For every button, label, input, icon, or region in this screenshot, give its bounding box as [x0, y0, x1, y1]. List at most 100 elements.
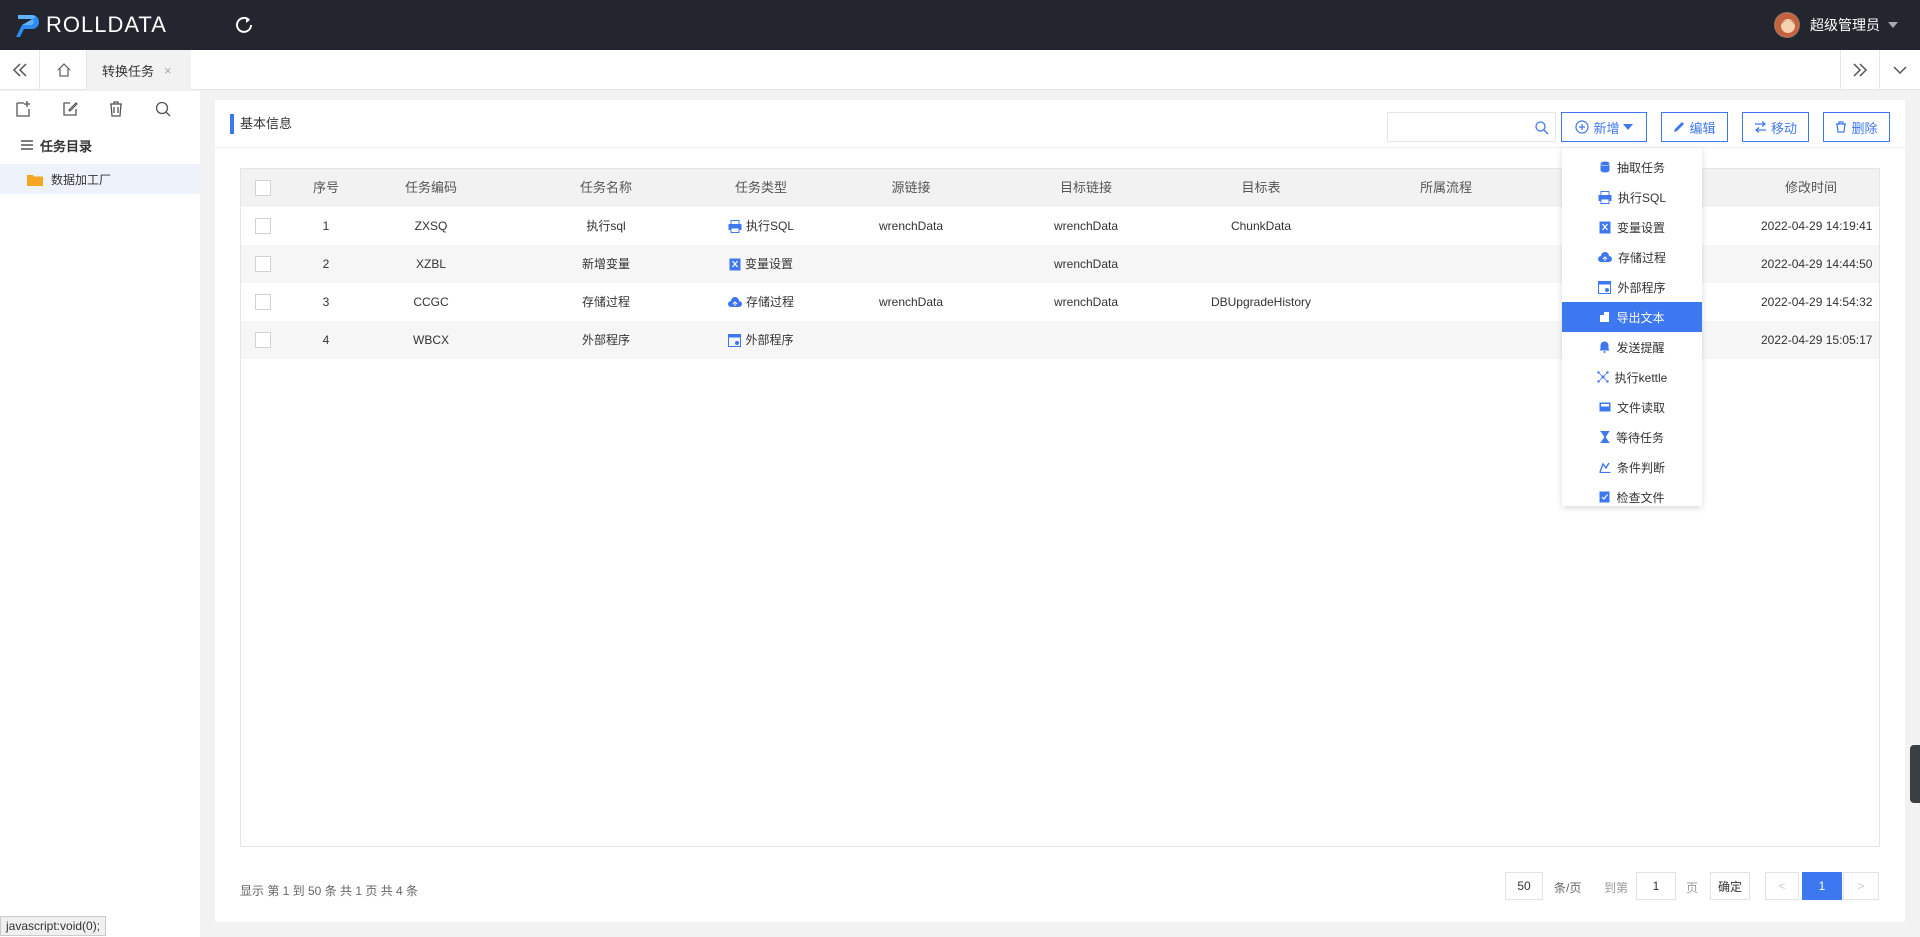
dropdown-item[interactable]: 存储过程: [1562, 242, 1702, 272]
trash-icon: [1836, 121, 1847, 133]
header-no[interactable]: 序号: [291, 169, 361, 207]
dropdown-item-label: 执行SQL: [1617, 190, 1666, 205]
search-icon: [155, 101, 171, 116]
header-type[interactable]: 任务类型: [691, 169, 831, 207]
dropdown-item[interactable]: 等待任务: [1562, 422, 1702, 452]
row-checkbox[interactable]: [255, 332, 271, 348]
refresh-icon[interactable]: [233, 14, 255, 36]
sidebar-title[interactable]: 任务目录: [0, 132, 200, 158]
tab-transform-task[interactable]: 转换任务 ×: [87, 50, 191, 90]
header-code[interactable]: 任务编码: [366, 169, 496, 207]
cell-dst: wrenchData: [1053, 257, 1119, 271]
cell-type-label: 变量设置: [744, 257, 793, 271]
next-page-button[interactable]: >: [1843, 872, 1879, 900]
cell-dst: wrenchData: [1053, 219, 1119, 233]
sidebar: 任务目录 数据加工厂: [0, 91, 200, 937]
confirm-page-button[interactable]: 确定: [1710, 872, 1750, 900]
move-button[interactable]: 移动: [1742, 112, 1809, 142]
header-source[interactable]: 源链接: [841, 169, 981, 207]
goto-label: 到第: [1604, 881, 1629, 895]
dropdown-item[interactable]: 执行kettle: [1562, 362, 1702, 392]
search-input-wrapper[interactable]: [1387, 112, 1556, 142]
current-page-button[interactable]: 1: [1802, 872, 1842, 900]
plus-circle-icon: [1575, 120, 1590, 134]
cell-name: 新增变量: [581, 257, 630, 271]
search-input[interactable]: [1388, 113, 1528, 141]
header-name[interactable]: 任务名称: [541, 169, 671, 207]
dropdown-item[interactable]: 文件读取: [1562, 392, 1702, 422]
dropdown-item[interactable]: 执行SQL: [1562, 182, 1702, 212]
cell-time: 2022-04-29 14:19:41: [1761, 219, 1873, 233]
delete-button[interactable]: 删除: [1823, 112, 1890, 142]
dropdown-item[interactable]: 抽取任务: [1562, 152, 1702, 182]
cell-name: 执行sql: [586, 219, 626, 233]
header-target[interactable]: 目标链接: [1016, 169, 1156, 207]
tab-bar: 转换任务 ×: [0, 50, 1920, 90]
cell-dst: [1016, 321, 1156, 359]
pencil-icon: [1674, 122, 1685, 132]
prev-page-button[interactable]: <: [1765, 872, 1799, 900]
add-button[interactable]: 新增: [1561, 112, 1647, 142]
search-folder-button[interactable]: [154, 98, 173, 120]
edit-button[interactable]: 编辑: [1661, 112, 1728, 142]
cell-type: 外部程序: [691, 321, 831, 359]
cloud-icon: [727, 296, 742, 307]
home-tab-button[interactable]: [41, 50, 87, 90]
header-target-table[interactable]: 目标表: [1191, 169, 1331, 207]
dropdown-item[interactable]: 外部程序: [1562, 272, 1702, 302]
window-icon: [1598, 280, 1612, 294]
header-modified[interactable]: 修改时间: [1761, 169, 1861, 207]
double-chevron-left-icon: [12, 63, 27, 77]
dropdown-item[interactable]: 发送提醒: [1562, 332, 1702, 362]
row-checkbox[interactable]: [255, 294, 271, 310]
add-folder-button[interactable]: [14, 98, 33, 120]
dropdown-item-label: 变量设置: [1616, 220, 1665, 235]
dropdown-item[interactable]: 条件判断: [1562, 452, 1702, 482]
double-chevron-right-icon: [1853, 63, 1868, 77]
logo[interactable]: ROLLDATA: [14, 11, 167, 39]
row-checkbox[interactable]: [255, 218, 271, 234]
cell-type: 变量设置: [691, 245, 831, 283]
per-page-label: 条/页: [1554, 881, 1582, 895]
sidebar-item-data-factory[interactable]: 数据加工厂: [0, 164, 200, 194]
dropdown-item[interactable]: 导出文本: [1562, 302, 1702, 332]
avatar: [1774, 12, 1800, 38]
side-panel-handle[interactable]: [1910, 745, 1920, 803]
dropdown-item-label: 导出文本: [1616, 310, 1665, 325]
delete-button-label: 删除: [1851, 120, 1878, 136]
dropdown-item-label: 外部程序: [1617, 280, 1666, 295]
condition-icon: [1599, 462, 1611, 473]
row-checkbox[interactable]: [255, 256, 271, 272]
sql-icon: [1598, 190, 1612, 204]
user-menu[interactable]: 超级管理员: [1774, 12, 1898, 38]
collapse-sidebar-button[interactable]: [0, 50, 40, 90]
cell-code: ZXSQ: [414, 219, 448, 233]
cell-time: 2022-04-29 14:44:50: [1761, 257, 1873, 271]
search-icon[interactable]: [1534, 120, 1549, 135]
tab-options-button[interactable]: [1880, 50, 1920, 90]
add-button-label: 新增: [1593, 120, 1620, 136]
caret-down-icon: [1888, 22, 1898, 28]
cell-type-label: 存储过程: [745, 295, 794, 309]
close-icon[interactable]: ×: [164, 63, 172, 78]
edit-folder-button[interactable]: [61, 98, 80, 120]
list-icon: [21, 140, 33, 150]
page-size-select[interactable]: 50: [1505, 872, 1543, 900]
trash-icon: [110, 100, 123, 117]
avatar-icon: [1775, 13, 1799, 37]
dropdown-item[interactable]: 检查文件: [1562, 482, 1702, 512]
dropdown-item-label: 抽取任务: [1616, 160, 1665, 175]
cell-type: 执行SQL: [691, 207, 831, 245]
logo-icon: [16, 15, 39, 37]
scroll-tabs-right-button[interactable]: [1840, 50, 1880, 90]
delete-folder-button[interactable]: [107, 98, 126, 120]
select-all-checkbox[interactable]: [255, 180, 271, 196]
sidebar-title-label: 任务目录: [40, 138, 93, 154]
goto-page-input[interactable]: 1: [1636, 872, 1676, 900]
status-bar: javascript:void(0);: [0, 916, 107, 936]
file-check-icon: [1599, 491, 1610, 503]
swap-icon: [1754, 121, 1766, 133]
variable-icon: [729, 258, 741, 270]
dropdown-item[interactable]: 变量设置: [1562, 212, 1702, 242]
header-flow[interactable]: 所属流程: [1366, 169, 1526, 207]
